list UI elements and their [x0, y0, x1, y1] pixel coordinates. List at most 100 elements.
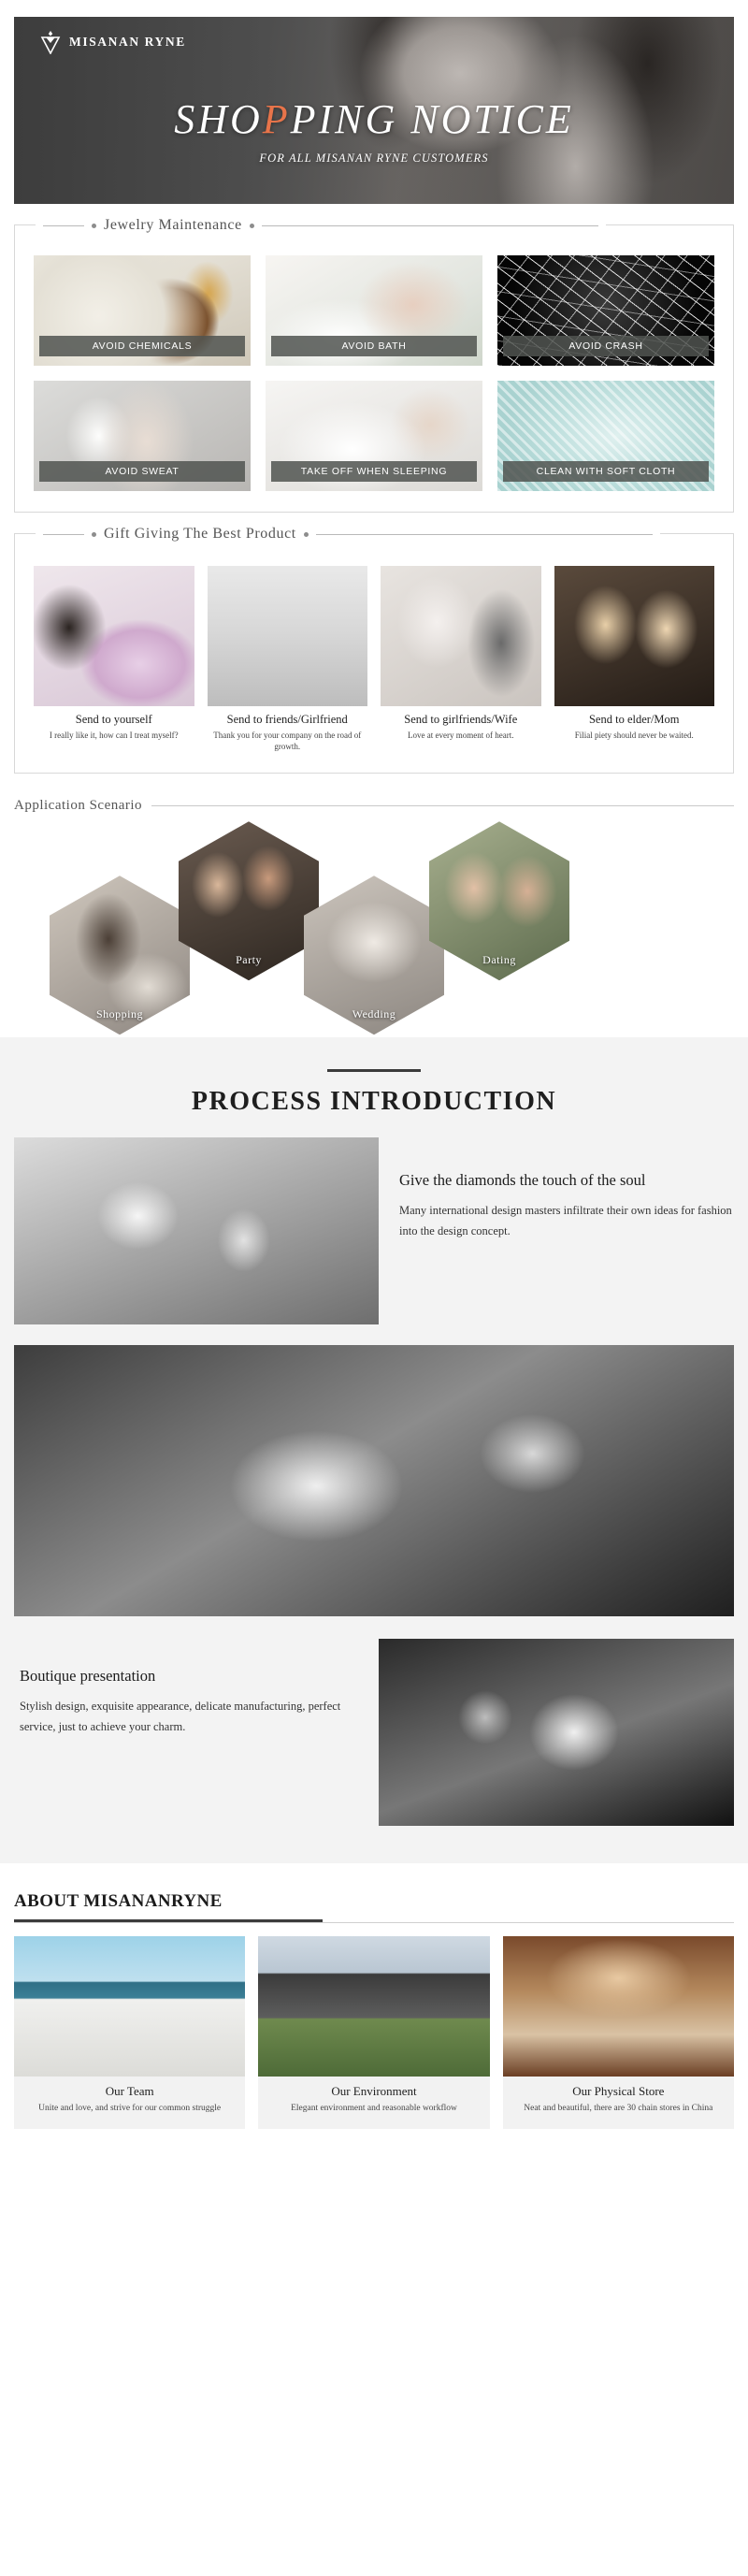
about-card[interactable]: Our Team Unite and love, and strive for …	[14, 1936, 246, 2129]
about-section: ABOUT MISANANRYNE Our Team Unite and lov…	[14, 1891, 734, 2147]
about-card-description: Elegant environment and reasonable workf…	[291, 2104, 457, 2114]
scenario-heading-group: Application Scenario	[14, 798, 734, 814]
about-card-heading: Our Team	[105, 2084, 154, 2099]
maintenance-card[interactable]: CLEAN WITH SOFT CLOTH	[497, 381, 714, 491]
maintenance-heading-group: Jewelry Maintenance	[36, 217, 606, 234]
about-grid: Our Team Unite and love, and strive for …	[14, 1936, 734, 2129]
maintenance-label: AVOID CHEMICALS	[39, 336, 245, 356]
ring-polishing-photo	[379, 1639, 734, 1827]
page-title: SHOPPING NOTICE	[14, 95, 734, 143]
process-introduction-section: PROCESS INTRODUCTION Give the diamonds t…	[0, 1037, 748, 1864]
jewelry-store-photo	[502, 1936, 734, 2077]
about-title: ABOUT MISANANRYNE	[14, 1891, 223, 1912]
gift-description: I really like it, how can I treat myself…	[49, 731, 179, 740]
about-caption: Our Physical Store Neat and beautiful, t…	[503, 2077, 734, 2128]
heading-rule-right	[261, 224, 598, 226]
brand-name: MISANAN RYNE	[69, 35, 186, 49]
maintenance-label: TAKE OFF WHEN SLEEPING	[271, 461, 477, 482]
process-block-2: Boutique presentation Stylish design, ex…	[14, 1639, 734, 1827]
process-block-1-text: Give the diamonds the touch of the soul …	[379, 1137, 734, 1324]
about-card-heading: Our Environment	[331, 2084, 417, 2099]
process-block-2-heading: Boutique presentation	[20, 1667, 156, 1686]
heading-dot-left-icon	[92, 531, 96, 537]
scenario-label: Dating	[482, 953, 516, 967]
scenario-hex-shopping[interactable]: Shopping	[50, 876, 190, 1035]
about-caption: Our Environment Elegant environment and …	[258, 2077, 489, 2128]
gift-heading: Gift Giving The Best Product	[104, 526, 296, 542]
craftsman-setting-diamond-photo	[14, 1345, 734, 1617]
scenario-hex-dating[interactable]: Dating	[429, 821, 569, 981]
about-caption: Our Team Unite and love, and strive for …	[14, 2077, 245, 2128]
about-card-description: Unite and love, and strive for our commo…	[38, 2104, 222, 2114]
heading-dot-right-icon	[303, 531, 309, 537]
team-group-photo	[14, 1936, 246, 2077]
heading-rule-left	[43, 224, 84, 226]
gift-card[interactable]: Send to yourself I really like it, how c…	[34, 566, 194, 752]
application-scenario-section: Application Scenario Shopping Party Wedd…	[14, 798, 734, 1035]
heading-dot-left-icon	[92, 223, 96, 228]
scenario-label: Wedding	[352, 1007, 396, 1021]
scenario-heading: Application Scenario	[14, 798, 143, 814]
about-card[interactable]: Our Physical Store Neat and beautiful, t…	[502, 1936, 734, 2129]
title-part-1: SHO	[174, 96, 263, 142]
maintenance-card[interactable]: AVOID BATH	[266, 255, 482, 366]
scenario-label: Party	[236, 953, 262, 967]
scenario-hex-wedding[interactable]: Wedding	[304, 876, 444, 1035]
scenario-label: Shopping	[95, 1007, 143, 1021]
title-part-2: PING	[290, 96, 411, 142]
gift-card[interactable]: Send to elder/Mom Filial piety should ne…	[554, 566, 714, 752]
maintenance-card[interactable]: AVOID CHEMICALS	[34, 255, 251, 366]
maintenance-label: AVOID CRASH	[503, 336, 709, 356]
gift-title: Send to elder/Mom	[588, 713, 680, 726]
maintenance-label: CLEAN WITH SOFT CLOTH	[503, 461, 709, 482]
gift-grid: Send to yourself I really like it, how c…	[34, 566, 714, 752]
design-meeting-photo	[14, 1137, 379, 1325]
process-block-2-body: Stylish design, exquisite appearance, de…	[20, 1700, 341, 1734]
about-card-description: Neat and beautiful, there are 30 chain s…	[524, 2104, 713, 2114]
scenario-hex-party[interactable]: Party	[179, 821, 319, 981]
gift-description: Thank you for your company on the road o…	[213, 731, 362, 752]
gift-giving-section: Gift Giving The Best Product Send to you…	[14, 526, 734, 774]
diamond-logo-icon	[40, 30, 61, 54]
heading-rule-left	[43, 533, 84, 535]
title-part-3: NOTICE	[410, 96, 574, 142]
maintenance-card[interactable]: AVOID CRASH	[497, 255, 714, 366]
process-block-1-heading: Give the diamonds the touch of the soul	[399, 1171, 646, 1190]
about-card[interactable]: Our Environment Elegant environment and …	[258, 1936, 490, 2129]
maintenance-label: AVOID SWEAT	[39, 461, 245, 482]
maintenance-label: AVOID BATH	[271, 336, 477, 356]
title-accent-letter: P	[262, 96, 291, 142]
shopping-notice-page: MISANAN RYNE SHOPPING NOTICE FOR ALL MIS…	[0, 0, 748, 2576]
jewelry-maintenance-section: Jewelry Maintenance AVOID CHEMICALS AVOI…	[14, 217, 734, 513]
heading-dot-right-icon	[249, 223, 254, 228]
heading-rule-right	[315, 533, 653, 535]
about-card-heading: Our Physical Store	[572, 2084, 665, 2099]
gift-title: Send to friends/Girlfriend	[226, 713, 348, 726]
gift-description: Filial piety should never be waited.	[574, 731, 694, 740]
gift-heading-group: Gift Giving The Best Product	[36, 526, 660, 543]
gift-title: Send to girlfriends/Wife	[404, 713, 518, 726]
about-divider	[14, 1922, 734, 1924]
page-subtitle: FOR ALL MISANAN RYNE CUSTOMERS	[259, 152, 489, 165]
gift-description: Love at every moment of heart.	[408, 731, 514, 740]
mother-and-daughter-photo	[554, 566, 714, 706]
gift-title: Send to yourself	[75, 713, 152, 726]
bride-and-groom-photo	[381, 566, 541, 706]
woman-with-flowers-photo	[34, 566, 194, 706]
process-title-rule	[327, 1069, 421, 1073]
gift-card[interactable]: Send to friends/Girlfriend Thank you for…	[207, 566, 367, 752]
gift-card[interactable]: Send to girlfriends/Wife Love at every m…	[381, 566, 541, 752]
maintenance-card[interactable]: AVOID SWEAT	[34, 381, 251, 491]
process-block-1: Give the diamonds the touch of the soul …	[14, 1137, 734, 1325]
office-building-photo	[258, 1936, 490, 2077]
scenario-hex-group: Shopping Party Wedding Dating	[14, 819, 734, 1035]
maintenance-card[interactable]: TAKE OFF WHEN SLEEPING	[266, 381, 482, 491]
brand-logo[interactable]: MISANAN RYNE	[40, 30, 186, 54]
maintenance-grid: AVOID CHEMICALS AVOID BATH AVOID CRASH A…	[34, 255, 714, 491]
two-women-walking-photo	[207, 566, 367, 706]
process-block-2-text: Boutique presentation Stylish design, ex…	[14, 1639, 379, 1738]
hero-banner: MISANAN RYNE SHOPPING NOTICE FOR ALL MIS…	[14, 17, 734, 204]
scenario-heading-rule	[151, 805, 734, 807]
process-title: PROCESS INTRODUCTION	[191, 1087, 557, 1117]
maintenance-heading: Jewelry Maintenance	[104, 217, 242, 233]
